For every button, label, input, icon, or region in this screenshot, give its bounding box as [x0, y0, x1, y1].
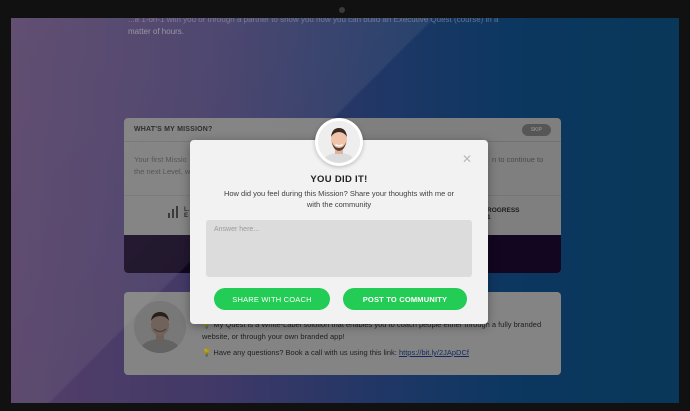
close-icon[interactable]: ✕: [462, 152, 472, 166]
mission-description-right: n to continue to: [492, 155, 544, 164]
mission-title: WHAT'S MY MISSION?: [134, 126, 213, 133]
mission-complete-modal: ✕ YOU DID IT! How did you feel during th…: [190, 118, 488, 324]
coach-avatar-modal: [315, 118, 363, 166]
share-with-coach-button[interactable]: SHARE WITH COACH: [214, 288, 330, 310]
booking-link[interactable]: https://bit.ly/2JApDCf: [399, 348, 469, 357]
mission-description: Your first Missio the next Level, w: [134, 155, 191, 176]
coach-questions-text: 💡 Have any questions? Book a call with u…: [202, 348, 399, 357]
answer-input[interactable]: [206, 220, 472, 277]
app-screen: ...a 1-on-1 with you or through a partne…: [11, 18, 679, 403]
skip-button[interactable]: SKIP: [521, 123, 551, 136]
stat-progress: ROGRESS 1: [487, 207, 520, 221]
intro-text: ...a 1-on-1 with you or through a partne…: [128, 18, 548, 38]
modal-subtitle: How did you feel during this Mission? Sh…: [223, 189, 455, 209]
bar-chart-icon: [168, 206, 180, 218]
intro-text-line: matter of hours.: [128, 27, 185, 36]
intro-text-partial: ...a 1-on-1 with you or through a partne…: [128, 18, 499, 24]
coach-message-questions: 💡 Have any questions? Book a call with u…: [202, 348, 469, 357]
post-to-community-button[interactable]: POST TO COMMUNITY: [343, 288, 467, 310]
modal-title: YOU DID IT!: [310, 174, 368, 185]
coach-portrait-modal: [318, 121, 360, 163]
coach-avatar: [134, 301, 186, 353]
device-frame: ...a 1-on-1 with you or through a partne…: [0, 0, 690, 411]
coach-portrait: [134, 301, 186, 353]
camera-dot: [339, 7, 345, 13]
